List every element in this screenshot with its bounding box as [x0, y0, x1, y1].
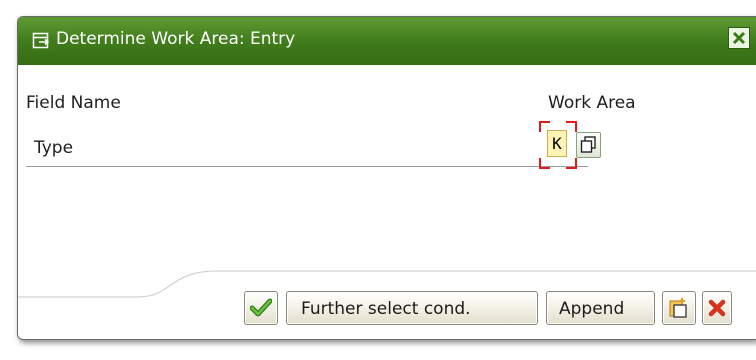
work-area-field: K	[539, 121, 577, 169]
cancel-button[interactable]	[702, 291, 732, 325]
field-name-header: Field Name	[26, 93, 121, 113]
field-label-type: Type	[34, 138, 74, 158]
copy-icon	[580, 136, 596, 153]
cancel-x-icon	[708, 299, 726, 317]
append-button[interactable]: Append	[546, 291, 655, 325]
work-area-header: Work Area	[548, 93, 636, 113]
further-select-cond-button[interactable]: Further select cond.	[286, 291, 538, 325]
further-select-cond-label: Further select cond.	[301, 299, 471, 319]
append-label: Append	[559, 299, 625, 319]
title-bar[interactable]: Determine Work Area: Entry	[18, 17, 756, 65]
value-help-button[interactable]	[576, 132, 601, 158]
new-document-icon	[669, 298, 687, 318]
new-entry-button[interactable]	[662, 291, 696, 325]
work-area-input[interactable]: K	[547, 130, 567, 157]
focus-bracket	[539, 158, 550, 169]
focus-bracket	[566, 121, 577, 132]
field-row-separator	[26, 166, 588, 167]
dialog-title: Determine Work Area: Entry	[56, 29, 296, 49]
focus-bracket	[566, 158, 577, 169]
close-x-icon	[732, 31, 746, 45]
dialog-window-icon	[32, 32, 50, 50]
determine-work-area-dialog: Determine Work Area: Entry Field Name Wo…	[17, 16, 756, 340]
close-button[interactable]	[728, 27, 750, 49]
confirm-button[interactable]	[244, 291, 278, 325]
checkmark-icon	[250, 298, 272, 317]
